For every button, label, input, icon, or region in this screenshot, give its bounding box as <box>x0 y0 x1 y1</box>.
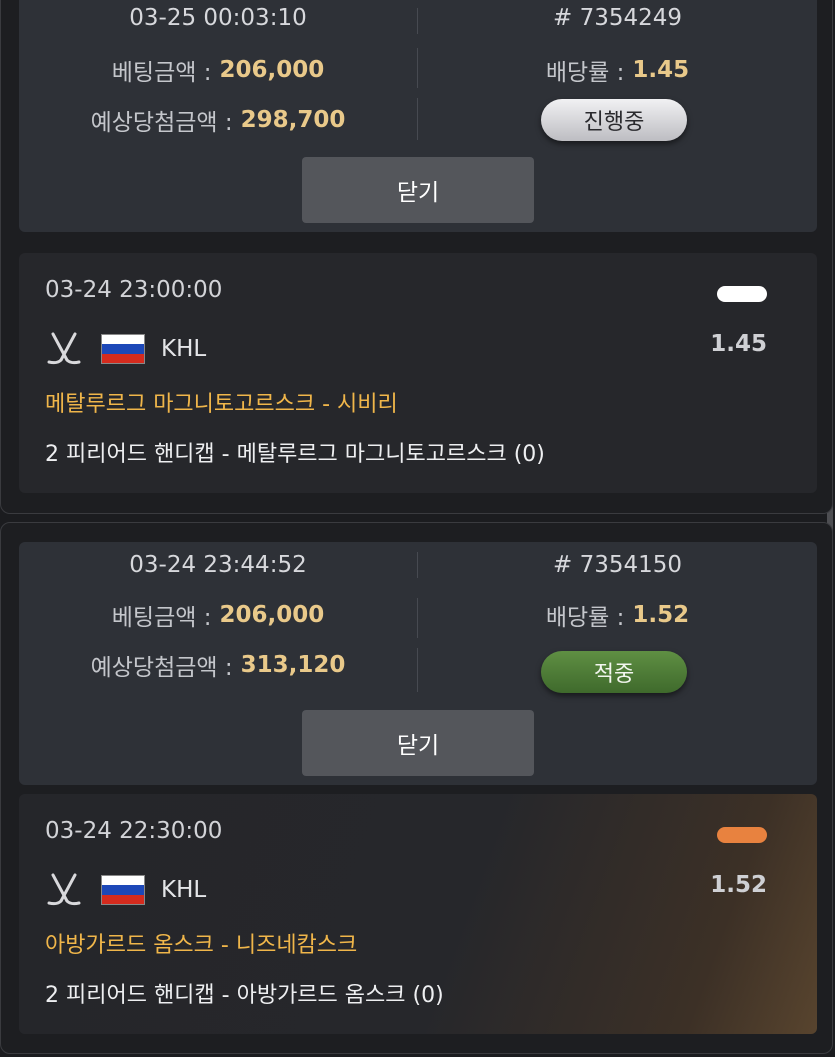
hockey-sticks-icon <box>47 332 81 365</box>
result-indicator <box>717 827 767 843</box>
russia-flag-icon <box>101 334 145 364</box>
game-detail: 03-24 23:00:00 KHL 1.45 메탈루르그 마그니토고르스크 -… <box>19 253 817 493</box>
game-detail: 03-24 22:30:00 KHL 1.52 아방가르드 옴스크 - 니즈네캄… <box>19 794 817 1034</box>
stake-label: 베팅금액 : <box>111 60 212 86</box>
odds-value: 1.45 <box>632 57 690 83</box>
result-indicator <box>717 286 767 302</box>
game-odds: 1.45 <box>710 331 767 357</box>
odds-value: 1.52 <box>632 602 690 628</box>
bet-pick: 2 피리어드 핸디캡 - 메탈루르그 마그니토고르스크 (0) <box>45 442 545 467</box>
league-row: KHL <box>45 870 206 910</box>
league-name: KHL <box>161 336 207 362</box>
stake-row: 베팅금액 : 206,000 <box>19 595 417 635</box>
divider <box>417 648 418 692</box>
ticket-number: # 7354249 <box>552 5 682 31</box>
payout-label: 예상당첨금액 : <box>90 110 233 136</box>
bet-summary: 03-24 23:44:52 # 7354150 베팅금액 : 206,000 … <box>19 542 817 785</box>
stake-row: 베팅금액 : 206,000 <box>19 50 417 90</box>
odds-label: 배당률 : <box>545 60 625 86</box>
odds-row: 배당률 : 1.45 <box>418 50 817 90</box>
ticket-number: # 7354150 <box>552 552 682 578</box>
payout-label: 예상당첨금액 : <box>90 655 233 681</box>
stake-amount: 206,000 <box>219 602 325 628</box>
payout-amount: 313,120 <box>240 652 346 678</box>
match-teams: 메탈루르그 마그니토고르스크 - 시비리 <box>45 392 398 417</box>
bet-datetime: 03-24 23:44:52 <box>129 552 307 578</box>
league-row: KHL <box>45 329 206 369</box>
close-button[interactable]: 닫기 <box>302 157 534 223</box>
status-badge: 적중 <box>541 651 687 693</box>
league-name: KHL <box>161 877 207 903</box>
stake-amount: 206,000 <box>219 57 325 83</box>
bet-datetime: 03-25 00:03:10 <box>129 5 307 31</box>
bet-card: 03-24 23:44:52 # 7354150 베팅금액 : 206,000 … <box>0 522 833 1054</box>
divider <box>417 98 418 140</box>
odds-label: 배당률 : <box>545 605 625 631</box>
game-odds: 1.52 <box>710 872 767 898</box>
russia-flag-icon <box>101 875 145 905</box>
bet-summary: 03-25 00:03:10 # 7354249 베팅금액 : 206,000 … <box>19 0 817 232</box>
game-datetime: 03-24 22:30:00 <box>45 818 223 844</box>
close-button[interactable]: 닫기 <box>302 710 534 776</box>
odds-row: 배당률 : 1.52 <box>418 595 817 635</box>
payout-row: 예상당첨금액 : 313,120 <box>19 645 417 685</box>
game-datetime: 03-24 23:00:00 <box>45 277 223 303</box>
bet-card: 03-25 00:03:10 # 7354249 베팅금액 : 206,000 … <box>0 0 833 514</box>
match-teams: 아방가르드 옴스크 - 니즈네캄스크 <box>45 933 358 958</box>
payout-row: 예상당첨금액 : 298,700 <box>19 100 417 140</box>
bet-pick: 2 피리어드 핸디캡 - 아방가르드 옴스크 (0) <box>45 983 444 1008</box>
hockey-sticks-icon <box>47 873 81 906</box>
payout-amount: 298,700 <box>240 107 346 133</box>
stake-label: 베팅금액 : <box>111 605 212 631</box>
status-badge: 진행중 <box>541 99 687 141</box>
